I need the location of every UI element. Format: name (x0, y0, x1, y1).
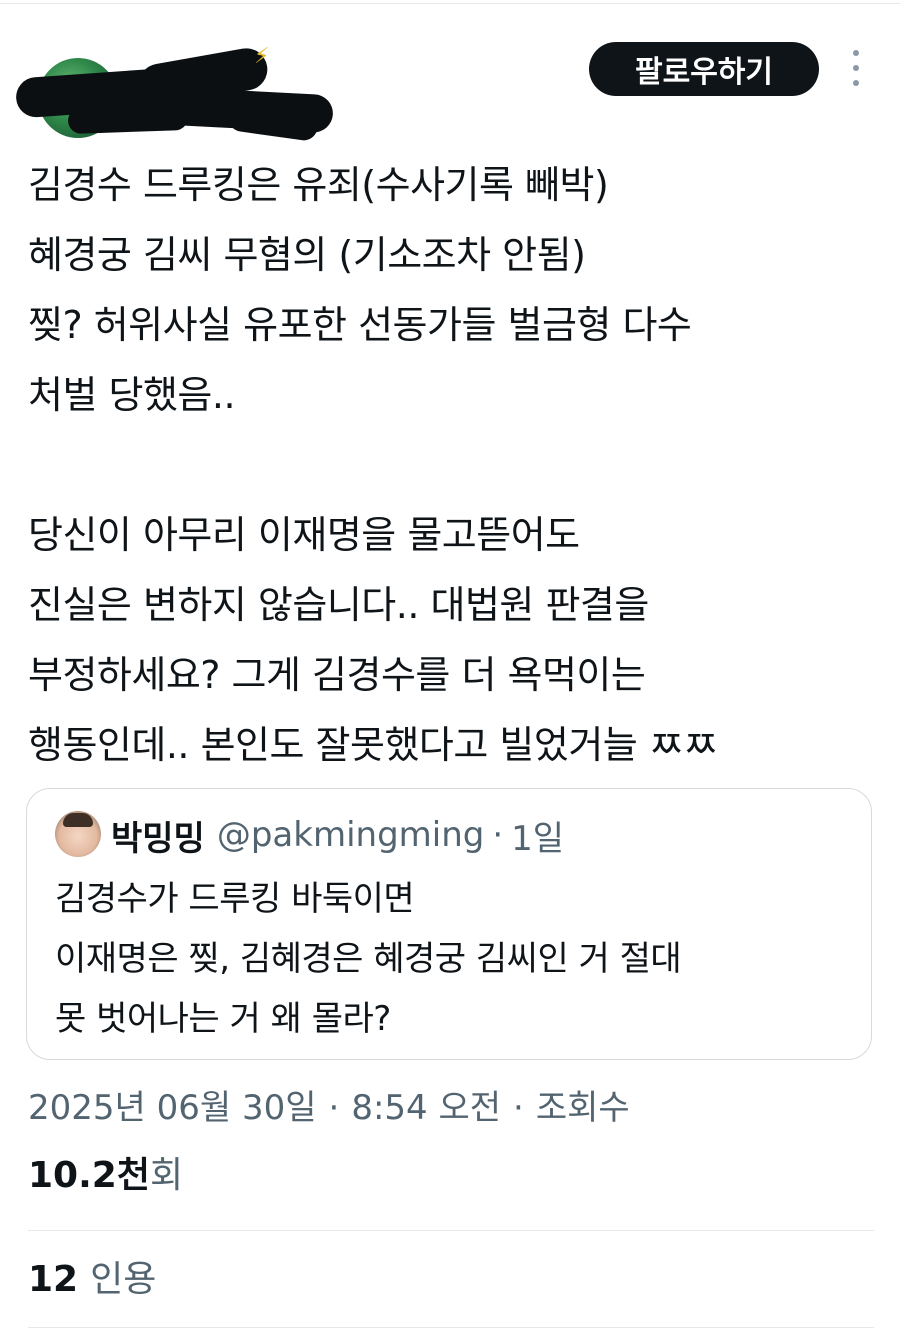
divider (28, 1230, 874, 1231)
quote-line: 김경수가 드루킹 바둑이면 (55, 879, 415, 919)
separator-dot: · (492, 815, 504, 855)
separator-dot: · (328, 1088, 340, 1128)
views-suffix: 회 (149, 1155, 184, 1196)
tweet-line: 처벌 당했음.. (28, 373, 236, 417)
tweet-time[interactable]: 8:54 오전 (351, 1088, 501, 1128)
tweet-line: 당신이 아무리 이재명을 물고뜯어도 (28, 513, 580, 557)
tweet-text: 김경수 드루킹은 유죄(수사기록 빼박) 혜경궁 김씨 무혐의 (기소조차 안됨… (28, 150, 888, 780)
quote-timestamp: 1일 (511, 818, 565, 859)
tweet-line: 행동인데.. 본인도 잘못했다고 빌었거늘 ㅉㅉ (28, 723, 718, 767)
tweet-line: 혜경궁 김씨 무혐의 (기소조차 안됨) (28, 233, 586, 277)
quote-author-row: 박밍밍 @pakmingming · 1일 (111, 807, 564, 863)
quote-author-name: 박밍밍 (111, 818, 205, 859)
more-vertical-icon[interactable] (846, 50, 866, 86)
redaction-scribble (67, 103, 189, 135)
quote-text: 김경수가 드루킹 바둑이면 이재명은 찢, 김혜경은 혜경궁 김씨인 거 절대 … (55, 869, 855, 1049)
quote-line: 이재명은 찢, 김혜경은 혜경궁 김씨인 거 절대 (55, 939, 682, 979)
tweet-date[interactable]: 2025년 06월 30일 (28, 1088, 317, 1128)
quote-line: 못 벗어나는 거 왜 몰라? (55, 999, 391, 1039)
quote-author-handle: @pakmingming (216, 815, 485, 855)
quoted-tweet-card[interactable]: 박밍밍 @pakmingming · 1일 김경수가 드루킹 바둑이면 이재명은… (26, 788, 872, 1060)
tweet-line: 부정하세요? 그게 김경수를 더 욕먹이는 (28, 653, 646, 697)
tweet-line: 김경수 드루킹은 유죄(수사기록 빼박) (28, 163, 609, 207)
views-stat: 10.2천회 (28, 1148, 183, 1204)
tweet-line: 찢? 허위사실 유포한 선동가들 벌금형 다수 (28, 303, 692, 347)
lightning-icon: ⚡ (254, 44, 270, 69)
separator-dot: · (513, 1088, 524, 1128)
follow-button[interactable]: 팔로우하기 (589, 42, 819, 96)
quotes-label: 인용 (90, 1259, 157, 1300)
tweet-line: 진실은 변하지 않습니다.. 대법원 판결을 (28, 583, 649, 627)
tweet-meta: 2025년 06월 30일 · 8:54 오전 · 조회수 (28, 1080, 630, 1136)
top-divider (0, 3, 900, 4)
divider (28, 1327, 874, 1328)
quote-author-avatar (55, 811, 101, 857)
quotes-count: 12 (28, 1259, 79, 1300)
views-label: 조회수 (535, 1088, 630, 1128)
quotes-stat-link[interactable]: 12 인용 (28, 1252, 156, 1308)
redacted-author-header: ⚡ (8, 18, 338, 143)
views-count: 10.2천 (28, 1155, 150, 1196)
